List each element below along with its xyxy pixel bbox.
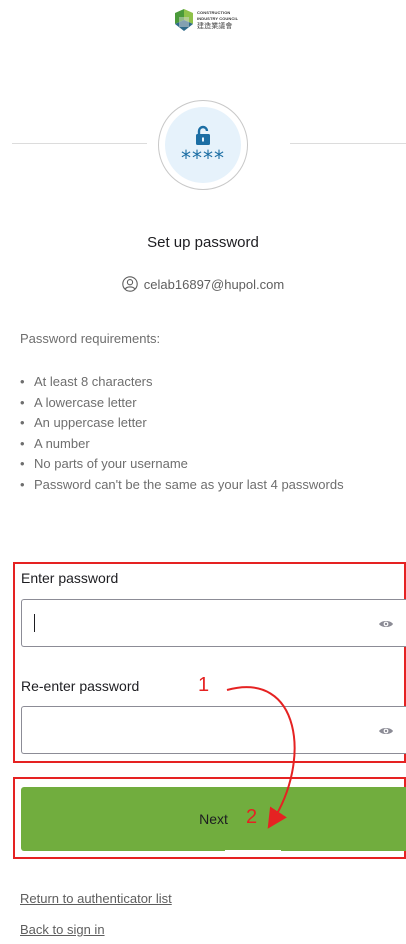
- list-item: Password can't be the same as your last …: [20, 475, 390, 496]
- requirements-list: At least 8 characters A lowercase letter…: [20, 372, 390, 495]
- user-icon: [122, 276, 138, 292]
- next-button-label: Next: [199, 811, 228, 827]
- confirm-password-label: Re-enter password: [21, 678, 140, 694]
- password-field[interactable]: [21, 599, 406, 647]
- list-item: At least 8 characters: [20, 372, 390, 393]
- requirements-heading: Password requirements:: [20, 331, 161, 346]
- confirm-password-field[interactable]: [21, 706, 406, 754]
- identity-row: celab16897@hupol.com: [0, 276, 406, 292]
- list-item: A number: [20, 434, 390, 455]
- back-to-sign-in-link[interactable]: Back to sign in: [20, 922, 105, 937]
- logo-text: CONSTRUCTION INDUSTRY COUNCIL 建造業議會: [197, 10, 238, 31]
- page-title: Set up password: [147, 234, 259, 251]
- password-label: Enter password: [21, 570, 119, 586]
- password-authenticator-badge: ****: [158, 100, 248, 190]
- eye-icon[interactable]: [378, 616, 394, 632]
- password-mask: ****: [181, 146, 225, 170]
- annotation-step-2: 2: [246, 806, 258, 828]
- eye-icon[interactable]: [378, 723, 394, 739]
- text-caret: [34, 614, 35, 632]
- divider-right: [290, 143, 406, 144]
- user-email: celab16897@hupol.com: [143, 276, 285, 292]
- next-button[interactable]: Next: [21, 787, 406, 851]
- return-to-authenticator-list-link[interactable]: Return to authenticator list: [20, 891, 172, 906]
- divider-left: [12, 143, 147, 144]
- list-item: A lowercase letter: [20, 393, 390, 414]
- annotation-step-1: 1: [198, 674, 210, 696]
- next-underline: [225, 850, 281, 853]
- logo: CONSTRUCTION INDUSTRY COUNCIL 建造業議會: [175, 8, 245, 32]
- logo-line-3: 建造業議會: [197, 22, 233, 30]
- badge-inner: ****: [165, 107, 241, 183]
- list-item: An uppercase letter: [20, 413, 390, 434]
- lock-icon: [196, 125, 210, 145]
- cic-logo-icon: [175, 9, 193, 31]
- list-item: No parts of your username: [20, 454, 390, 475]
